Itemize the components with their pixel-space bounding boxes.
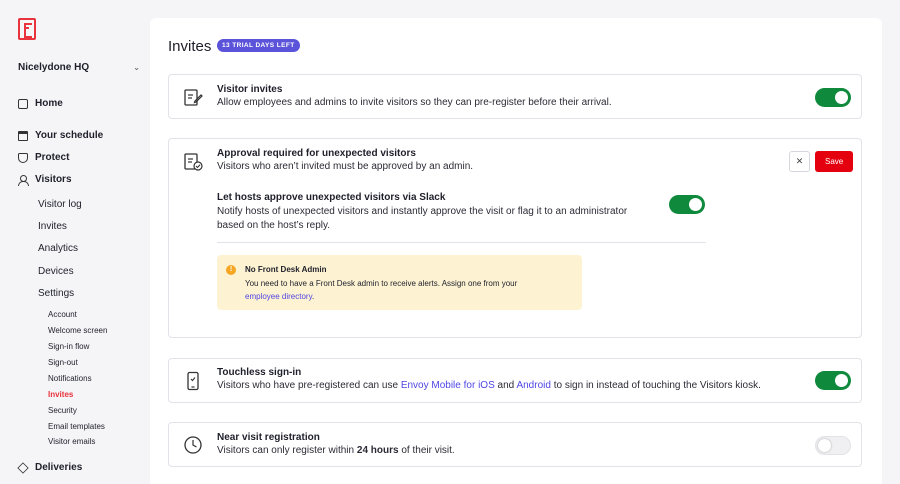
cancel-button[interactable]: ✕ [789, 151, 810, 172]
touchless-desc-part1: Visitors who have pre-registered can use [217, 380, 399, 391]
approval-title: Approval required for unexpected visitor… [217, 148, 416, 159]
nav-deliveries-label: Deliveries [35, 462, 83, 473]
slack-approval-toggle[interactable] [669, 195, 705, 214]
home-icon [18, 98, 28, 109]
settings-security[interactable]: Security [48, 406, 77, 415]
org-name: Nicelydone HQ [18, 62, 90, 73]
alert-suffix: . [312, 291, 315, 301]
touchless-toggle[interactable] [815, 371, 851, 390]
settings-email-templates[interactable]: Email templates [48, 422, 105, 431]
touchless-desc-part2: and [497, 380, 515, 391]
alert-message: You need to have a Front Desk admin to r… [245, 279, 518, 288]
chevron-down-icon: ⌄ [133, 63, 140, 72]
settings-welcome-screen[interactable]: Welcome screen [48, 326, 107, 335]
slack-approval-desc-line1: Notify hosts of unexpected visitors and … [217, 206, 628, 217]
nav-analytics[interactable]: Analytics [38, 243, 78, 254]
nav-home[interactable]: Home [18, 98, 63, 109]
near-visit-card: Near visit registration Visitors can onl… [168, 422, 862, 467]
nav-invites[interactable]: Invites [38, 221, 67, 232]
alert-text: You need to have a Front Desk admin to r… [245, 278, 575, 303]
approval-card: Approval required for unexpected visitor… [168, 138, 862, 338]
nav-protect[interactable]: Protect [18, 152, 69, 163]
settings-invites[interactable]: Invites [48, 390, 73, 399]
nav-your-schedule-label: Your schedule [35, 130, 104, 141]
nav-visitors[interactable]: Visitors [18, 174, 72, 186]
nav-home-label: Home [35, 98, 63, 109]
touchless-card: Touchless sign-in Visitors who have pre-… [168, 358, 862, 403]
settings-account[interactable]: Account [48, 310, 77, 319]
trial-badge[interactable]: 13 TRIAL DAYS LEFT [217, 39, 300, 52]
touchless-title: Touchless sign-in [217, 367, 302, 378]
shield-icon [18, 152, 28, 163]
nav-protect-label: Protect [35, 152, 70, 163]
settings-sign-in-flow[interactable]: Sign-in flow [48, 342, 89, 351]
slack-approval-desc-line2: based on the host’s reply. [217, 220, 331, 231]
org-switcher[interactable]: Nicelydone HQ ⌄ [18, 62, 140, 73]
touchless-desc: Visitors who have pre-registered can use… [217, 380, 761, 391]
settings-visitor-emails[interactable]: Visitor emails [48, 437, 95, 446]
touchless-desc-part3: to sign in instead of touching the Visit… [553, 380, 761, 391]
near-visit-desc-part1: Visitors can only register within [217, 445, 355, 456]
nav-your-schedule[interactable]: Your schedule [18, 130, 103, 141]
near-visit-title: Near visit registration [217, 432, 320, 443]
package-icon [17, 461, 29, 474]
nav-devices[interactable]: Devices [38, 266, 74, 277]
visitor-invites-card: Visitor invites Allow employees and admi… [168, 74, 862, 119]
user-icon [18, 174, 29, 186]
sidebar: Nicelydone HQ ⌄ Home Your schedule Prote… [0, 0, 150, 484]
android-link[interactable]: Android [516, 380, 550, 391]
nav-settings[interactable]: Settings [38, 288, 74, 299]
alert-title: No Front Desk Admin [245, 265, 327, 274]
employee-directory-link[interactable]: employee directory [245, 292, 312, 301]
clipboard-check-icon [183, 151, 203, 171]
visitor-invites-title: Visitor invites [217, 84, 283, 95]
near-visit-toggle[interactable] [815, 436, 851, 455]
envoy-logo-icon[interactable] [18, 18, 36, 40]
visitor-invites-toggle[interactable] [815, 88, 851, 107]
clipboard-edit-icon [183, 87, 203, 107]
nav-deliveries[interactable]: Deliveries [17, 461, 83, 474]
warning-icon: ! [226, 265, 236, 275]
page-title: Invites [168, 38, 212, 55]
near-visit-hours: 24 hours [356, 445, 399, 456]
divider [217, 242, 706, 243]
clock-icon [183, 435, 203, 455]
save-button[interactable]: Save [815, 151, 854, 172]
nav-visitors-label: Visitors [35, 174, 72, 185]
no-front-desk-admin-alert: ! No Front Desk Admin You need to have a… [217, 255, 582, 310]
calendar-icon [18, 130, 28, 141]
visitor-invites-desc: Allow employees and admins to invite vis… [217, 97, 612, 108]
slack-approval-title: Let hosts approve unexpected visitors vi… [217, 192, 446, 203]
near-visit-desc: Visitors can only register within 24 hou… [217, 445, 455, 456]
near-visit-desc-part2: of their visit. [401, 445, 455, 456]
envoy-ios-link[interactable]: Envoy Mobile for iOS [401, 380, 495, 391]
settings-notifications[interactable]: Notifications [48, 374, 92, 383]
settings-sign-out[interactable]: Sign-out [48, 358, 78, 367]
nav-visitor-log[interactable]: Visitor log [38, 199, 82, 210]
mobile-phone-icon [183, 371, 203, 391]
main-panel: Invites 13 TRIAL DAYS LEFT Visitor invit… [150, 18, 882, 484]
approval-desc: Visitors who aren’t invited must be appr… [217, 161, 474, 172]
